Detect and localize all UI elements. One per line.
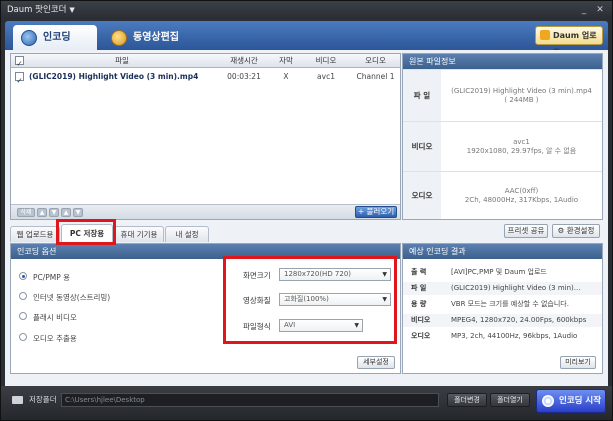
open-folder-button[interactable]: 폴더열기 [490,393,530,407]
result-video-row: 비디오 MPEG4, 1280x720, 24.00Fps, 600kbps [403,314,602,327]
result-output-row: 출 력 [AVI]PC,PMP 및 Daum 업로드 [403,266,602,279]
bottom-bar: 저장폴더 C:\Users\hjlee\Desktop 폴더변경 폴더열기 인코… [1,386,612,420]
highlight-box-pc-tab [56,219,116,245]
radio-dot-icon [19,292,27,300]
move-up-button[interactable]: ▼ [49,208,59,217]
radio-dot-icon [19,312,27,320]
row-checkbox[interactable]: ✓ [15,72,24,85]
start-encoding-button[interactable]: 인코딩 시작 [536,389,606,413]
col-file[interactable]: 파일 [27,54,217,68]
move-bottom-button[interactable]: ▼ [73,208,83,217]
header-bar: 인코딩 동영상편집 Daum 업로드 [5,21,608,57]
tab-encoding-label: 인코딩 [43,32,71,43]
radio-pc-pmp-label: PC/PMP 용 [33,273,71,282]
source-audio-label: 오디오 [403,172,441,219]
result-size-label: 용 량 [411,300,427,308]
delete-button[interactable]: 삭제 [17,208,35,217]
source-file-row: 파 일 (GLIC2019) Highlight Video (3 min).m… [403,69,602,121]
col-subtitle[interactable]: 자막 [271,54,301,68]
result-video-value: MPEG4, 1280x720, 24.00Fps, 600kbps [451,316,587,324]
move-top-button[interactable]: ▲ [37,208,47,217]
source-video-label: 비디오 [403,122,441,171]
source-audio-value: AAC(0xff) 2Ch, 48000Hz, 317Kbps, 1Audio [464,186,579,204]
tab-my-settings[interactable]: 내 설정 [165,226,209,242]
radio-dot-icon [19,333,27,341]
minimize-button[interactable]: _ [578,4,590,16]
radio-pc-pmp[interactable]: PC/PMP 용 [19,272,71,283]
film-icon [111,30,127,46]
select-all-checkbox[interactable]: ✓ [15,56,24,68]
highlight-box-options [223,256,397,344]
radio-audio-extract[interactable]: 오디오 추출용 [19,333,77,344]
result-size-row: 용 량 VBR 모드는 크기를 예상할 수 없습니다. [403,298,602,311]
tab-mobile[interactable]: 휴대 기기용 [114,226,164,242]
source-audio-row: 오디오 AAC(0xff) 2Ch, 48000Hz, 317Kbps, 1Au… [403,171,602,219]
settings-button[interactable]: ⚙ 환경설정 [552,224,600,238]
file-list-panel: ✓ 파일 재생시간 자막 비디오 오디오 ✓ (GLIC2019) Highli… [10,53,401,220]
tab-video-edit-label: 동영상편집 [133,32,179,43]
radio-dot-icon [19,272,27,280]
detail-settings-button[interactable]: 세부설정 [357,356,395,369]
add-file-button[interactable]: + 불러오기 [355,206,397,218]
file-list-toolbar: 삭제 ▲ ▼ ▲ ▼ + 불러오기 [11,204,400,219]
source-file-label: 파 일 [403,70,441,121]
upload-icon [540,30,550,40]
change-folder-button[interactable]: 폴더변경 [447,393,487,407]
col-duration[interactable]: 재생시간 [217,54,271,68]
preview-button[interactable]: 미리보기 [560,356,596,369]
result-audio-row: 오디오 MP3, 2ch, 44100Hz, 96kbps, 1Audio [403,330,602,343]
result-output-label: 출 력 [411,268,427,276]
start-icon [542,395,554,407]
expected-result-panel: 예상 인코딩 결과 출 력 [AVI]PC,PMP 및 Daum 업로드 파 일… [402,243,603,374]
folder-icon [12,396,23,404]
result-audio-value: MP3, 2ch, 44100Hz, 96kbps, 1Audio [451,332,578,340]
table-row[interactable]: ✓ (GLIC2019) Highlight Video (3 min).mp4… [11,69,400,85]
row-video: avc1 [317,72,335,81]
result-size-value: VBR 모드는 크기를 예상할 수 없습니다. [451,300,569,308]
radio-audio-extract-label: 오디오 추출용 [33,334,77,343]
tab-encoding[interactable]: 인코딩 [13,25,97,50]
result-file-value: (GLIC2019) Highlight Video (3 min)... [451,284,581,292]
source-video-row: 비디오 avc1 1920x1080, 29.97fps, 알 수 없음 [403,121,602,171]
result-file-row: 파 일 (GLIC2019) Highlight Video (3 min)..… [403,282,602,295]
source-info-panel: 원본 파일정보 파 일 (GLIC2019) Highlight Video (… [402,53,603,220]
result-output-value: [AVI]PC,PMP 및 Daum 업로드 [451,268,547,276]
col-audio[interactable]: 오디오 [351,54,400,68]
result-video-label: 비디오 [411,316,431,324]
row-file: (GLIC2019) Highlight Video (3 min).mp4 [29,72,199,81]
result-file-label: 파 일 [411,284,427,292]
row-subtitle: X [283,72,289,81]
daum-upload-button[interactable]: Daum 업로드 [535,26,603,57]
preset-share-button[interactable]: 프리셋 공유 [504,224,548,238]
source-video-value: avc1 1920x1080, 29.97fps, 알 수 없음 [466,137,577,155]
title-dropdown-icon[interactable]: ▼ [69,6,74,14]
title-bar: Daum 팟인코더 ▼ _ ✕ [1,1,612,19]
window-title: Daum 팟인코더 [7,5,67,15]
close-button[interactable]: ✕ [594,4,606,16]
source-info-title: 원본 파일정보 [403,54,602,69]
col-video[interactable]: 비디오 [301,54,351,68]
radio-flash-label: 플래시 비디오 [33,313,77,322]
disc-icon [21,30,37,46]
start-encoding-label: 인코딩 시작 [559,396,602,406]
radio-streaming[interactable]: 인터넷 동영상(스트리밍) [19,292,111,303]
save-path-field[interactable]: C:\Users\hjlee\Desktop [61,393,439,407]
result-audio-label: 오디오 [411,332,431,340]
source-file-value: (GLIC2019) Highlight Video (3 min).mp4 (… [451,86,592,104]
expected-result-title: 예상 인코딩 결과 [403,244,602,259]
row-duration: 00:03:21 [227,72,261,81]
row-audio: Channel 1 [356,72,395,81]
file-list-header: ✓ 파일 재생시간 자막 비디오 오디오 [11,54,400,68]
radio-streaming-label: 인터넷 동영상(스트리밍) [33,293,111,302]
tab-web-upload[interactable]: 웹 업로드용 [10,226,60,242]
app-window: Daum 팟인코더▼ _ ✕ 인코딩 동영상편집 Daum 업로드 ✓ 파일 재… [0,0,613,421]
save-folder-label: 저장폴더 [29,395,57,404]
move-down-button[interactable]: ▲ [61,208,71,217]
tab-video-edit[interactable]: 동영상편집 [103,25,203,50]
radio-flash[interactable]: 플래시 비디오 [19,312,77,323]
